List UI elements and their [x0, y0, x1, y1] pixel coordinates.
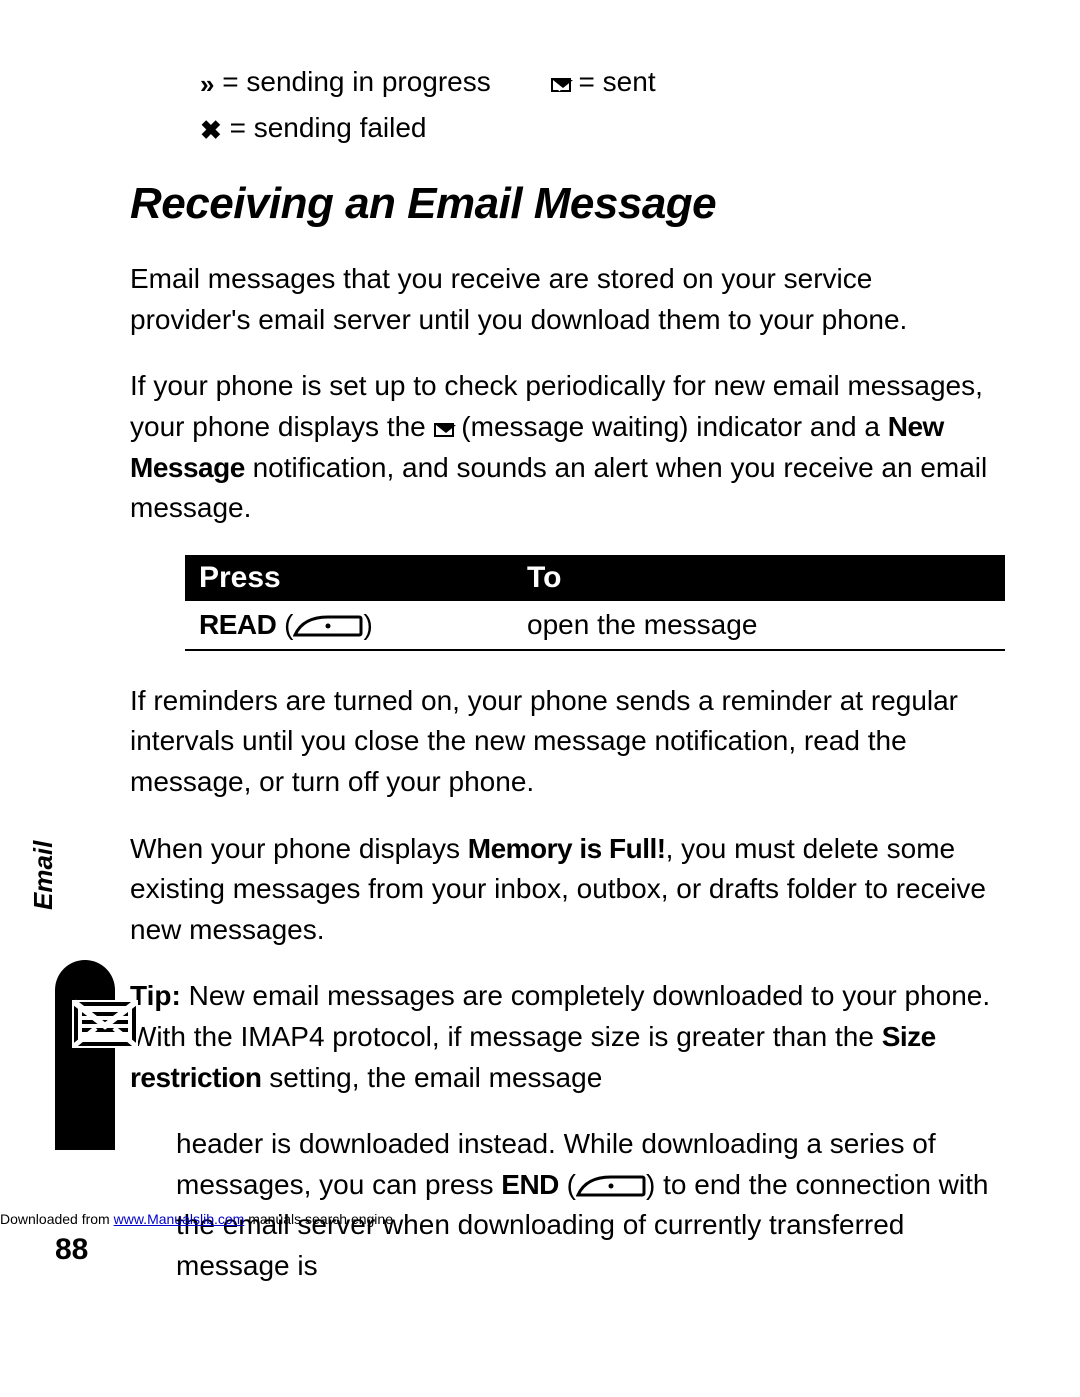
memory-full-label: Memory is Full! — [468, 833, 666, 864]
manualslib-link[interactable]: www.Manualslib.com — [114, 1211, 245, 1227]
message-waiting-icon — [434, 423, 454, 437]
paragraph-reminders: If reminders are turned on, your phone s… — [130, 681, 1000, 803]
table-header-to: To — [513, 555, 1005, 601]
paragraph-memory-full: When your phone displays Memory is Full!… — [130, 829, 1000, 951]
section-heading: Receiving an Email Message — [130, 179, 1000, 229]
legend-failed: = sending failed — [230, 112, 427, 143]
table-row: READ () open the message — [185, 601, 1005, 650]
read-key-label: READ — [199, 609, 276, 640]
section-tab-label: Email — [28, 841, 59, 910]
paragraph-intro: Email messages that you receive are stor… — [130, 259, 1000, 340]
table-header-press: Press — [185, 555, 513, 601]
download-footer: Downloaded from www.Manualslib.com manua… — [0, 1211, 393, 1227]
legend-sent: = sent — [579, 66, 656, 97]
legend-sending: = sending in progress — [222, 66, 491, 97]
manual-page: » = sending in progress = sent ✖ = sendi… — [0, 0, 1080, 1286]
envelope-icon — [66, 984, 144, 1062]
softkey-icon — [293, 613, 363, 639]
status-legend: » = sending in progress = sent ✖ = sendi… — [200, 60, 1000, 151]
softkey-icon — [576, 1173, 646, 1199]
end-key-label: END — [501, 1169, 559, 1200]
read-action: open the message — [513, 601, 1005, 650]
paragraph-indicator: If your phone is set up to check periodi… — [130, 366, 1000, 528]
sending-failed-icon: ✖ — [200, 110, 222, 152]
sent-icon — [551, 78, 571, 92]
paragraph-tip-start: Tip: New email messages are completely d… — [130, 976, 1000, 1098]
press-to-table: Press To READ () open the message — [185, 555, 1005, 651]
sending-progress-icon: » — [200, 64, 214, 106]
paragraph-tip-cont: header is downloaded instead. While down… — [176, 1124, 1000, 1286]
page-number: 88 — [55, 1233, 88, 1267]
